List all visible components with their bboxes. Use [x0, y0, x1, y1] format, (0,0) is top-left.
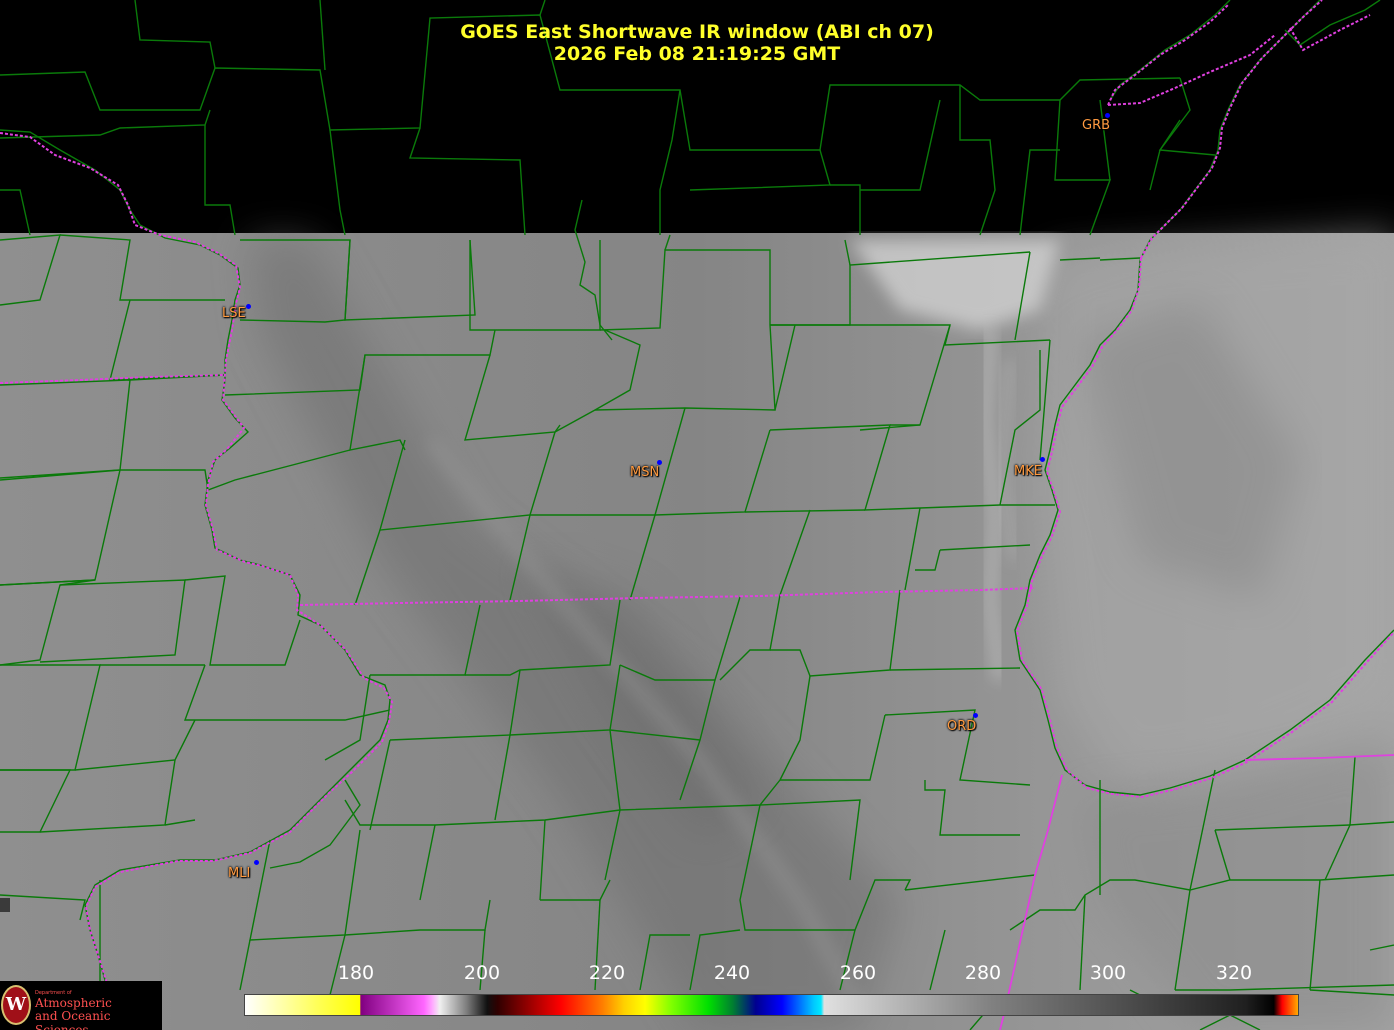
aos-logo: W Department of Atmospheric and Oceanic … [0, 981, 162, 1030]
logo-line2: and Oceanic Sciences [35, 1009, 111, 1030]
station-dot-ord [973, 713, 978, 718]
temperature-colorbar [244, 994, 1299, 1016]
station-label-msn: MSN [630, 465, 660, 480]
image-title: GOES East Shortwave IR window (ABI ch 07… [460, 21, 934, 43]
station-label-grb: GRB [1082, 118, 1111, 133]
station-label-ord: ORD [947, 719, 977, 734]
colorbar-tick: 180 [337, 962, 375, 984]
satellite-imagery [0, 233, 1394, 1030]
station-label-mke: MKE [1014, 464, 1042, 479]
station-label-lse: LSE [222, 306, 246, 321]
colorbar-tick: 240 [713, 962, 751, 984]
logo-line1: Atmospheric [35, 996, 112, 1010]
map-canvas [0, 0, 1394, 1030]
colorbar-tick: 280 [964, 962, 1002, 984]
station-dot-lse [246, 304, 251, 309]
colorbar-tick: 200 [463, 962, 501, 984]
station-dot-mke [1040, 457, 1045, 462]
satellite-image-viewer: GOES East Shortwave IR window (ABI ch 07… [0, 0, 1394, 1030]
colorbar-tick: 300 [1089, 962, 1127, 984]
colorbar-tick: 220 [588, 962, 626, 984]
colorbar-tick: 260 [839, 962, 877, 984]
colorbar-tick: 320 [1215, 962, 1253, 984]
station-label-mli: MLI [228, 866, 251, 881]
image-timestamp: 2026 Feb 08 21:19:25 GMT [553, 43, 841, 65]
station-dot-mli [254, 860, 259, 865]
uw-seal-icon: W [1, 985, 31, 1025]
